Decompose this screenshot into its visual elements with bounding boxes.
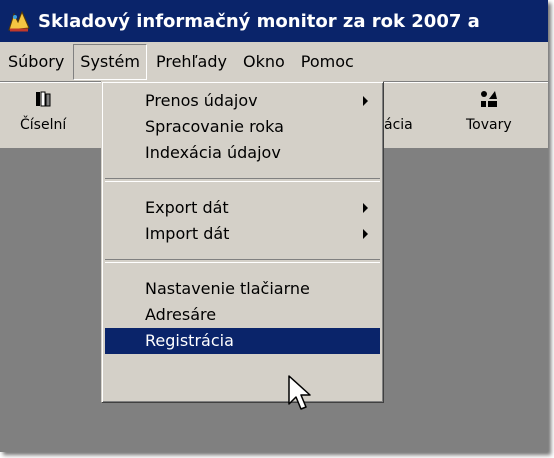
menu-item-label: Registrácia: [145, 331, 234, 350]
toolbar-tovary-button[interactable]: Tovary: [466, 89, 512, 133]
menu-item-label: Spracovanie roka: [145, 117, 284, 136]
window-title: Skladový informačný monitor za rok 2007 …: [38, 10, 480, 32]
menu-system[interactable]: Systém: [73, 43, 147, 80]
title-bar[interactable]: Skladový informačný monitor za rok 2007 …: [0, 0, 548, 42]
menu-item-adresare[interactable]: Adresáre: [105, 302, 380, 328]
submenu-arrow-icon: [363, 96, 368, 106]
menu-item-nastavenie-tlaciarne[interactable]: Nastavenie tlačiarne: [105, 276, 380, 302]
books-icon: [36, 91, 51, 107]
menu-prehlady[interactable]: Prehľady: [149, 44, 234, 80]
app-icon: [8, 10, 30, 32]
menu-separator: [105, 178, 380, 182]
menu-item-indexacia-udajov[interactable]: Indexácia údajov: [105, 140, 380, 166]
submenu-arrow-icon: [363, 203, 368, 213]
menu-item-spracovanie-roka[interactable]: Spracovanie roka: [105, 114, 380, 140]
toolbar-tovary-label: Tovary: [466, 117, 512, 133]
menu-item-label: Import dát: [145, 224, 230, 243]
menu-item-label: Nastavenie tlačiarne: [145, 279, 310, 298]
menu-item-export-dat[interactable]: Export dát: [105, 195, 380, 221]
toolbar-registracia-label: ácia: [384, 117, 413, 133]
system-dropdown-menu: Prenos údajov Spracovanie roka Indexácia…: [101, 81, 384, 403]
goods-icon: [480, 91, 497, 107]
menu-item-label: Export dát: [145, 198, 229, 217]
app-window: Skladový informačný monitor za rok 2007 …: [0, 0, 548, 452]
menu-bar: Súbory Systém Prehľady Okno Pomoc: [0, 42, 548, 82]
menu-item-prenos-udajov[interactable]: Prenos údajov: [105, 88, 380, 114]
menu-pomoc[interactable]: Pomoc: [294, 44, 361, 80]
menu-item-label: Prenos údajov: [145, 91, 258, 110]
menu-item-registracia[interactable]: Registrácia: [105, 328, 380, 354]
toolbar-ciselniky-button[interactable]: Číselní: [20, 89, 66, 133]
toolbar-ciselniky-label: Číselní: [20, 117, 67, 133]
menu-item-label: Indexácia údajov: [145, 143, 281, 162]
menu-item-import-dat[interactable]: Import dát: [105, 221, 380, 247]
menu-subory[interactable]: Súbory: [1, 44, 71, 80]
menu-separator: [105, 259, 380, 263]
menu-okno[interactable]: Okno: [236, 44, 292, 80]
submenu-arrow-icon: [363, 229, 368, 239]
menu-item-label: Adresáre: [145, 305, 217, 324]
toolbar-registracia-button[interactable]: ácia: [384, 117, 413, 133]
mouse-pointer-icon: [288, 375, 311, 410]
